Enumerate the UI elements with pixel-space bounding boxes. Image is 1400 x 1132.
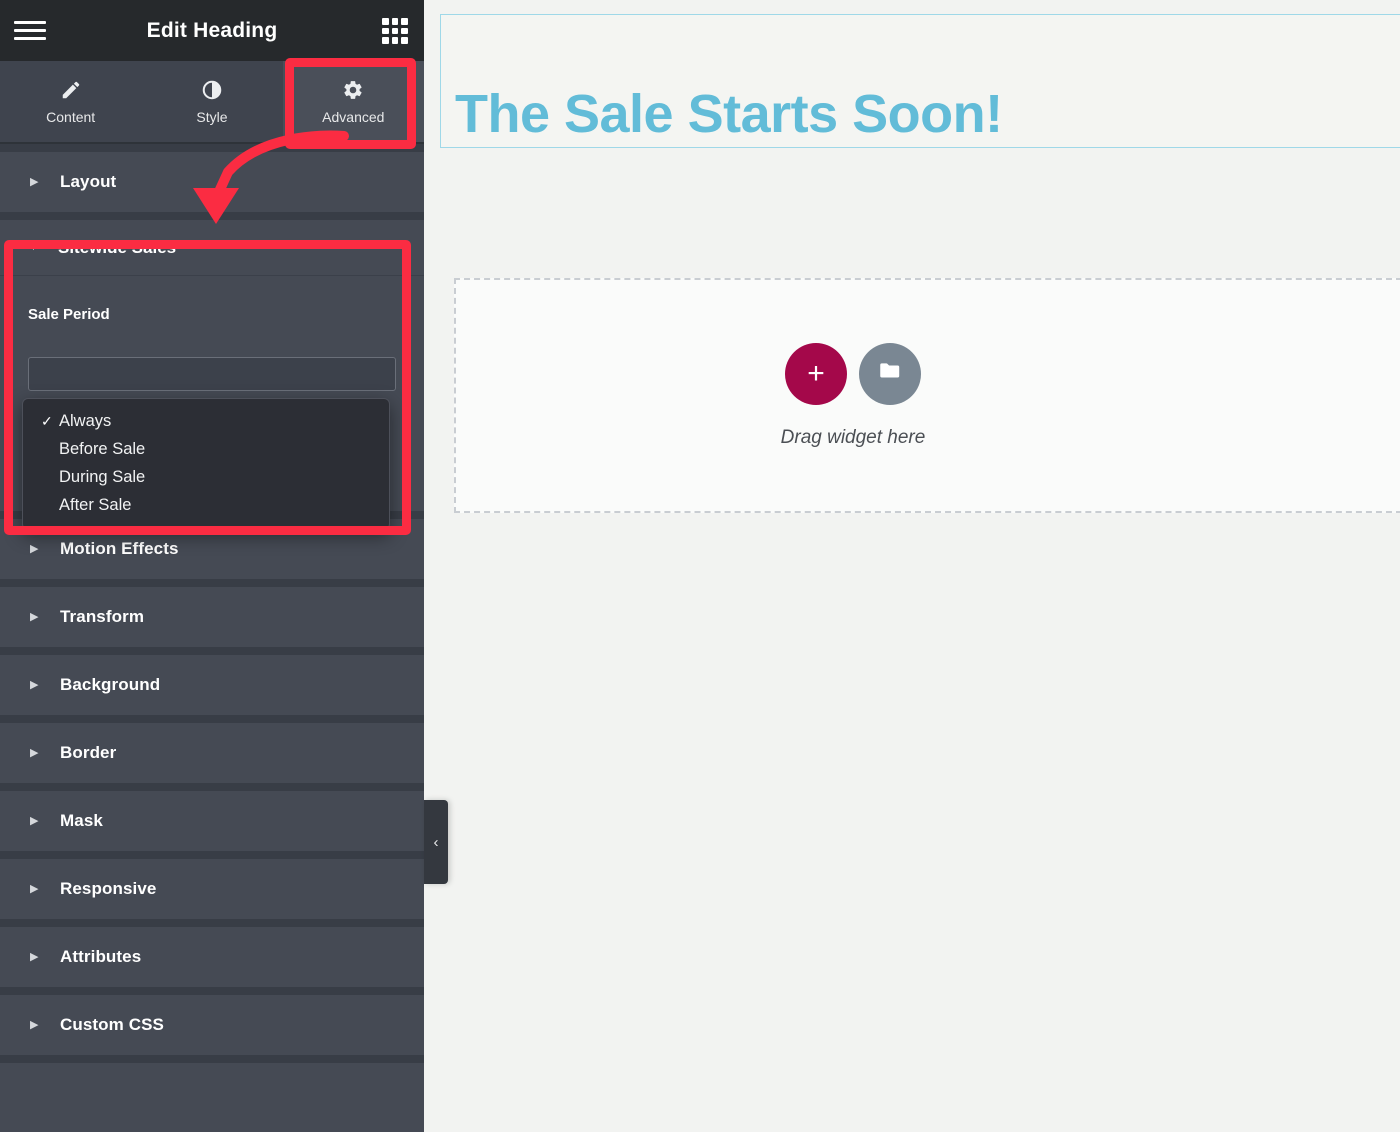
dropdown-option-before-sale[interactable]: Before Sale xyxy=(23,435,389,463)
sidebar-item-layout[interactable]: ▶ Layout xyxy=(0,144,424,212)
tab-content[interactable]: Content xyxy=(0,61,141,142)
sidebar-item-background[interactable]: ▶ Background xyxy=(0,647,424,715)
heading-widget[interactable]: The Sale Starts Soon! xyxy=(440,14,1400,148)
chevron-down-icon: ▼ xyxy=(28,241,39,253)
elementor-editor: Edit Heading Content Style Advanced ▶ La… xyxy=(0,0,1400,1132)
folder-icon xyxy=(877,358,903,389)
sidebar-item-custom-css-label: Custom CSS xyxy=(60,1015,164,1034)
dropdown-option-label: Before Sale xyxy=(59,439,146,458)
chevron-left-icon: ‹ xyxy=(433,833,439,851)
dropdown-option-label: After Sale xyxy=(59,495,132,514)
dropzone-inner: + Drag widget here xyxy=(456,342,1400,449)
sidebar-item-transform[interactable]: ▶ Transform xyxy=(0,579,424,647)
page-canvas: The Sale Starts Soon! + Drag widget here xyxy=(424,0,1400,1132)
plus-icon: + xyxy=(807,356,825,390)
sidebar-item-sitewide-sales-label: Sitewide Sales xyxy=(58,237,177,257)
sidebar-item-attributes-label: Attributes xyxy=(60,947,142,966)
sale-period-select[interactable] xyxy=(28,357,396,391)
sale-period-dropdown[interactable]: ✓ Always Before Sale During Sale After S… xyxy=(22,398,390,530)
chevron-right-icon: ▶ xyxy=(30,814,39,827)
panel-bottom-divider xyxy=(0,1055,424,1063)
widgets-grid-icon[interactable] xyxy=(382,18,408,44)
chevron-right-icon: ▶ xyxy=(30,175,39,188)
check-icon: ✓ xyxy=(41,412,53,429)
sidebar-item-mask-label: Mask xyxy=(60,811,103,830)
panel-header: Edit Heading xyxy=(0,0,424,61)
page-title: Edit Heading xyxy=(146,18,278,42)
pencil-icon xyxy=(60,79,82,101)
add-widget-button[interactable]: + xyxy=(785,342,847,405)
dropdown-option-after-sale[interactable]: After Sale xyxy=(23,491,389,519)
sidebar-item-motion-effects-label: Motion Effects xyxy=(60,539,179,558)
dropdown-option-label: Always xyxy=(59,411,112,430)
chevron-right-icon: ▶ xyxy=(30,1018,39,1031)
panel-tabs: Content Style Advanced xyxy=(0,61,424,144)
sidebar-item-background-label: Background xyxy=(60,675,161,694)
dropdown-option-always[interactable]: ✓ Always xyxy=(23,407,389,435)
tab-advanced[interactable]: Advanced xyxy=(282,61,424,142)
sidebar-item-transform-label: Transform xyxy=(60,607,145,626)
dropdown-option-during-sale[interactable]: During Sale xyxy=(23,463,389,491)
tab-style[interactable]: Style xyxy=(141,61,282,142)
chevron-right-icon: ▶ xyxy=(30,950,39,963)
gear-icon xyxy=(342,79,364,101)
sidebar-item-custom-css[interactable]: ▶ Custom CSS xyxy=(0,987,424,1055)
sidebar-item-responsive-label: Responsive xyxy=(60,879,157,898)
widget-dropzone[interactable]: + Drag widget here xyxy=(454,278,1400,513)
chevron-right-icon: ▶ xyxy=(30,882,39,895)
chevron-right-icon: ▶ xyxy=(30,746,39,759)
sidebar-item-responsive[interactable]: ▶ Responsive xyxy=(0,851,424,919)
tab-style-label: Style xyxy=(196,108,228,125)
add-template-button[interactable] xyxy=(859,342,921,405)
dropdown-option-label: During Sale xyxy=(59,467,146,486)
panel-collapse-handle[interactable]: ‹ xyxy=(424,800,448,884)
tab-content-label: Content xyxy=(46,108,96,125)
contrast-circle-icon xyxy=(201,79,223,101)
chevron-right-icon: ▶ xyxy=(30,542,39,555)
tab-advanced-label: Advanced xyxy=(322,108,385,125)
editor-panel: Edit Heading Content Style Advanced ▶ La… xyxy=(0,0,424,1132)
sidebar-item-border-label: Border xyxy=(60,743,117,762)
sidebar-item-layout-label: Layout xyxy=(60,172,117,191)
chevron-right-icon: ▶ xyxy=(30,678,39,691)
sidebar-item-border[interactable]: ▶ Border xyxy=(0,715,424,783)
sidebar-item-mask[interactable]: ▶ Mask xyxy=(0,783,424,851)
sidebar-item-sitewide-sales[interactable]: ▼ Sitewide Sales xyxy=(0,220,424,276)
hamburger-menu-icon[interactable] xyxy=(14,14,46,46)
heading-text: The Sale Starts Soon! xyxy=(455,84,1003,144)
dropzone-caption: Drag widget here xyxy=(780,426,926,448)
sale-period-label: Sale Period xyxy=(28,306,110,323)
chevron-right-icon: ▶ xyxy=(30,610,39,623)
dropzone-buttons: + xyxy=(785,342,921,405)
sidebar-item-attributes[interactable]: ▶ Attributes xyxy=(0,919,424,987)
